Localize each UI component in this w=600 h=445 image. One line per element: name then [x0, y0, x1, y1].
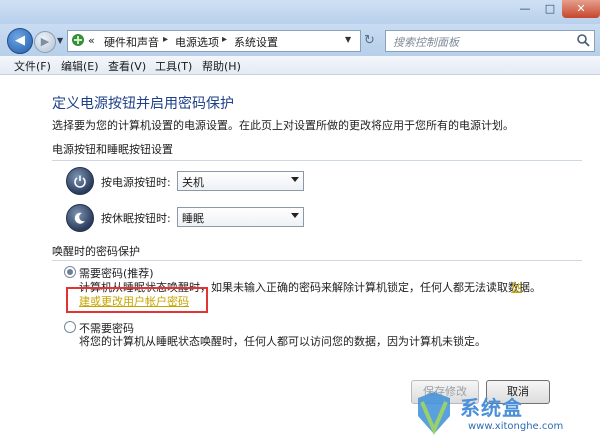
maximize-button[interactable]: □ — [538, 0, 562, 18]
menu-help[interactable]: 帮助(H) — [202, 58, 241, 74]
page-description: 选择要为您的计算机设置的电源设置。在此页上对设置所做的更改将应用于您所有的电源计… — [52, 119, 514, 132]
back-arrow-icon: ◀ — [15, 33, 25, 48]
breadcrumb-separator-icon[interactable]: ▸ — [163, 34, 168, 45]
menu-tools[interactable]: 工具(T) — [155, 58, 192, 74]
menu-view[interactable]: 查看(V) — [108, 58, 146, 74]
search-input[interactable]: 搜索控制面板 — [385, 30, 595, 52]
breadcrumb-hardware-sound[interactable]: 硬件和声音 — [104, 34, 159, 50]
create-password-link-part1[interactable]: 创 — [511, 280, 522, 295]
watermark-brand: 系统盒 — [460, 396, 523, 420]
sleep-button-action-value: 睡眠 — [182, 212, 204, 225]
window-titlebar: — □ ✕ — [0, 0, 600, 24]
recent-pages-dropdown-icon[interactable]: ▼ — [57, 36, 63, 45]
divider — [52, 160, 582, 161]
power-button-label: 按电源按钮时: — [101, 176, 171, 189]
close-button[interactable]: ✕ — [562, 0, 600, 18]
refresh-icon[interactable]: ↻ — [364, 33, 375, 48]
watermark-logo-icon — [418, 392, 450, 436]
password-section-title: 唤醒时的密码保护 — [52, 245, 140, 258]
search-icon[interactable] — [576, 33, 590, 47]
require-password-label[interactable]: 需要密码(推荐) — [79, 265, 154, 281]
back-button[interactable]: ◀ — [7, 28, 33, 54]
menu-edit[interactable]: 编辑(E) — [61, 58, 99, 74]
divider — [52, 260, 582, 261]
chevron-down-icon — [291, 177, 299, 182]
navigation-bar: ◀ ▶ ▼ « 硬件和声音 ▸ 电源选项 ▸ 系统设置 ▼ ↻ 搜索控制面板 — [0, 24, 600, 56]
watermark-url: www.xitonghe.com — [468, 421, 564, 432]
address-prefix[interactable]: « — [88, 34, 95, 47]
power-button-action-value: 关机 — [182, 176, 204, 189]
close-icon: ✕ — [576, 2, 586, 15]
forward-button[interactable]: ▶ — [34, 31, 56, 53]
power-button-action-select[interactable]: 关机 — [177, 171, 304, 191]
menu-bar: 文件(F) 编辑(E) 查看(V) 工具(T) 帮助(H) — [0, 56, 600, 75]
power-section-title: 电源按钮和睡眠按钮设置 — [52, 143, 173, 156]
power-button-icon — [66, 167, 94, 195]
sleep-button-label: 按休眠按钮时: — [101, 212, 171, 225]
sleep-button-icon — [66, 204, 94, 232]
no-password-description: 将您的计算机从睡眠状态唤醒时，任何人都可以访问您的数据，因为计算机未锁定。 — [79, 335, 486, 348]
require-password-radio[interactable] — [64, 266, 76, 278]
page-title: 定义电源按钮并启用密码保护 — [52, 96, 234, 112]
minimize-icon: — — [519, 2, 531, 15]
breadcrumb-power-options[interactable]: 电源选项 — [175, 34, 219, 50]
address-dropdown-icon[interactable]: ▼ — [345, 35, 351, 44]
minimize-button[interactable]: — — [512, 0, 538, 18]
address-bar[interactable]: « 硬件和声音 ▸ 电源选项 ▸ 系统设置 ▼ — [67, 30, 361, 52]
control-panel-icon — [72, 34, 84, 46]
no-password-radio[interactable] — [64, 321, 76, 333]
search-placeholder: 搜索控制面板 — [393, 36, 459, 49]
breadcrumb-system-settings[interactable]: 系统设置 — [234, 34, 278, 50]
chevron-down-icon — [291, 213, 299, 218]
menu-file[interactable]: 文件(F) — [14, 58, 51, 74]
content-area: 定义电源按钮并启用密码保护 选择要为您的计算机设置的电源设置。在此页上对设置所做… — [0, 75, 600, 445]
forward-arrow-icon: ▶ — [40, 35, 50, 48]
breadcrumb-separator-icon[interactable]: ▸ — [222, 34, 227, 45]
maximize-icon: □ — [544, 2, 556, 15]
highlight-annotation-box — [66, 287, 208, 313]
sleep-button-action-select[interactable]: 睡眠 — [177, 207, 304, 227]
